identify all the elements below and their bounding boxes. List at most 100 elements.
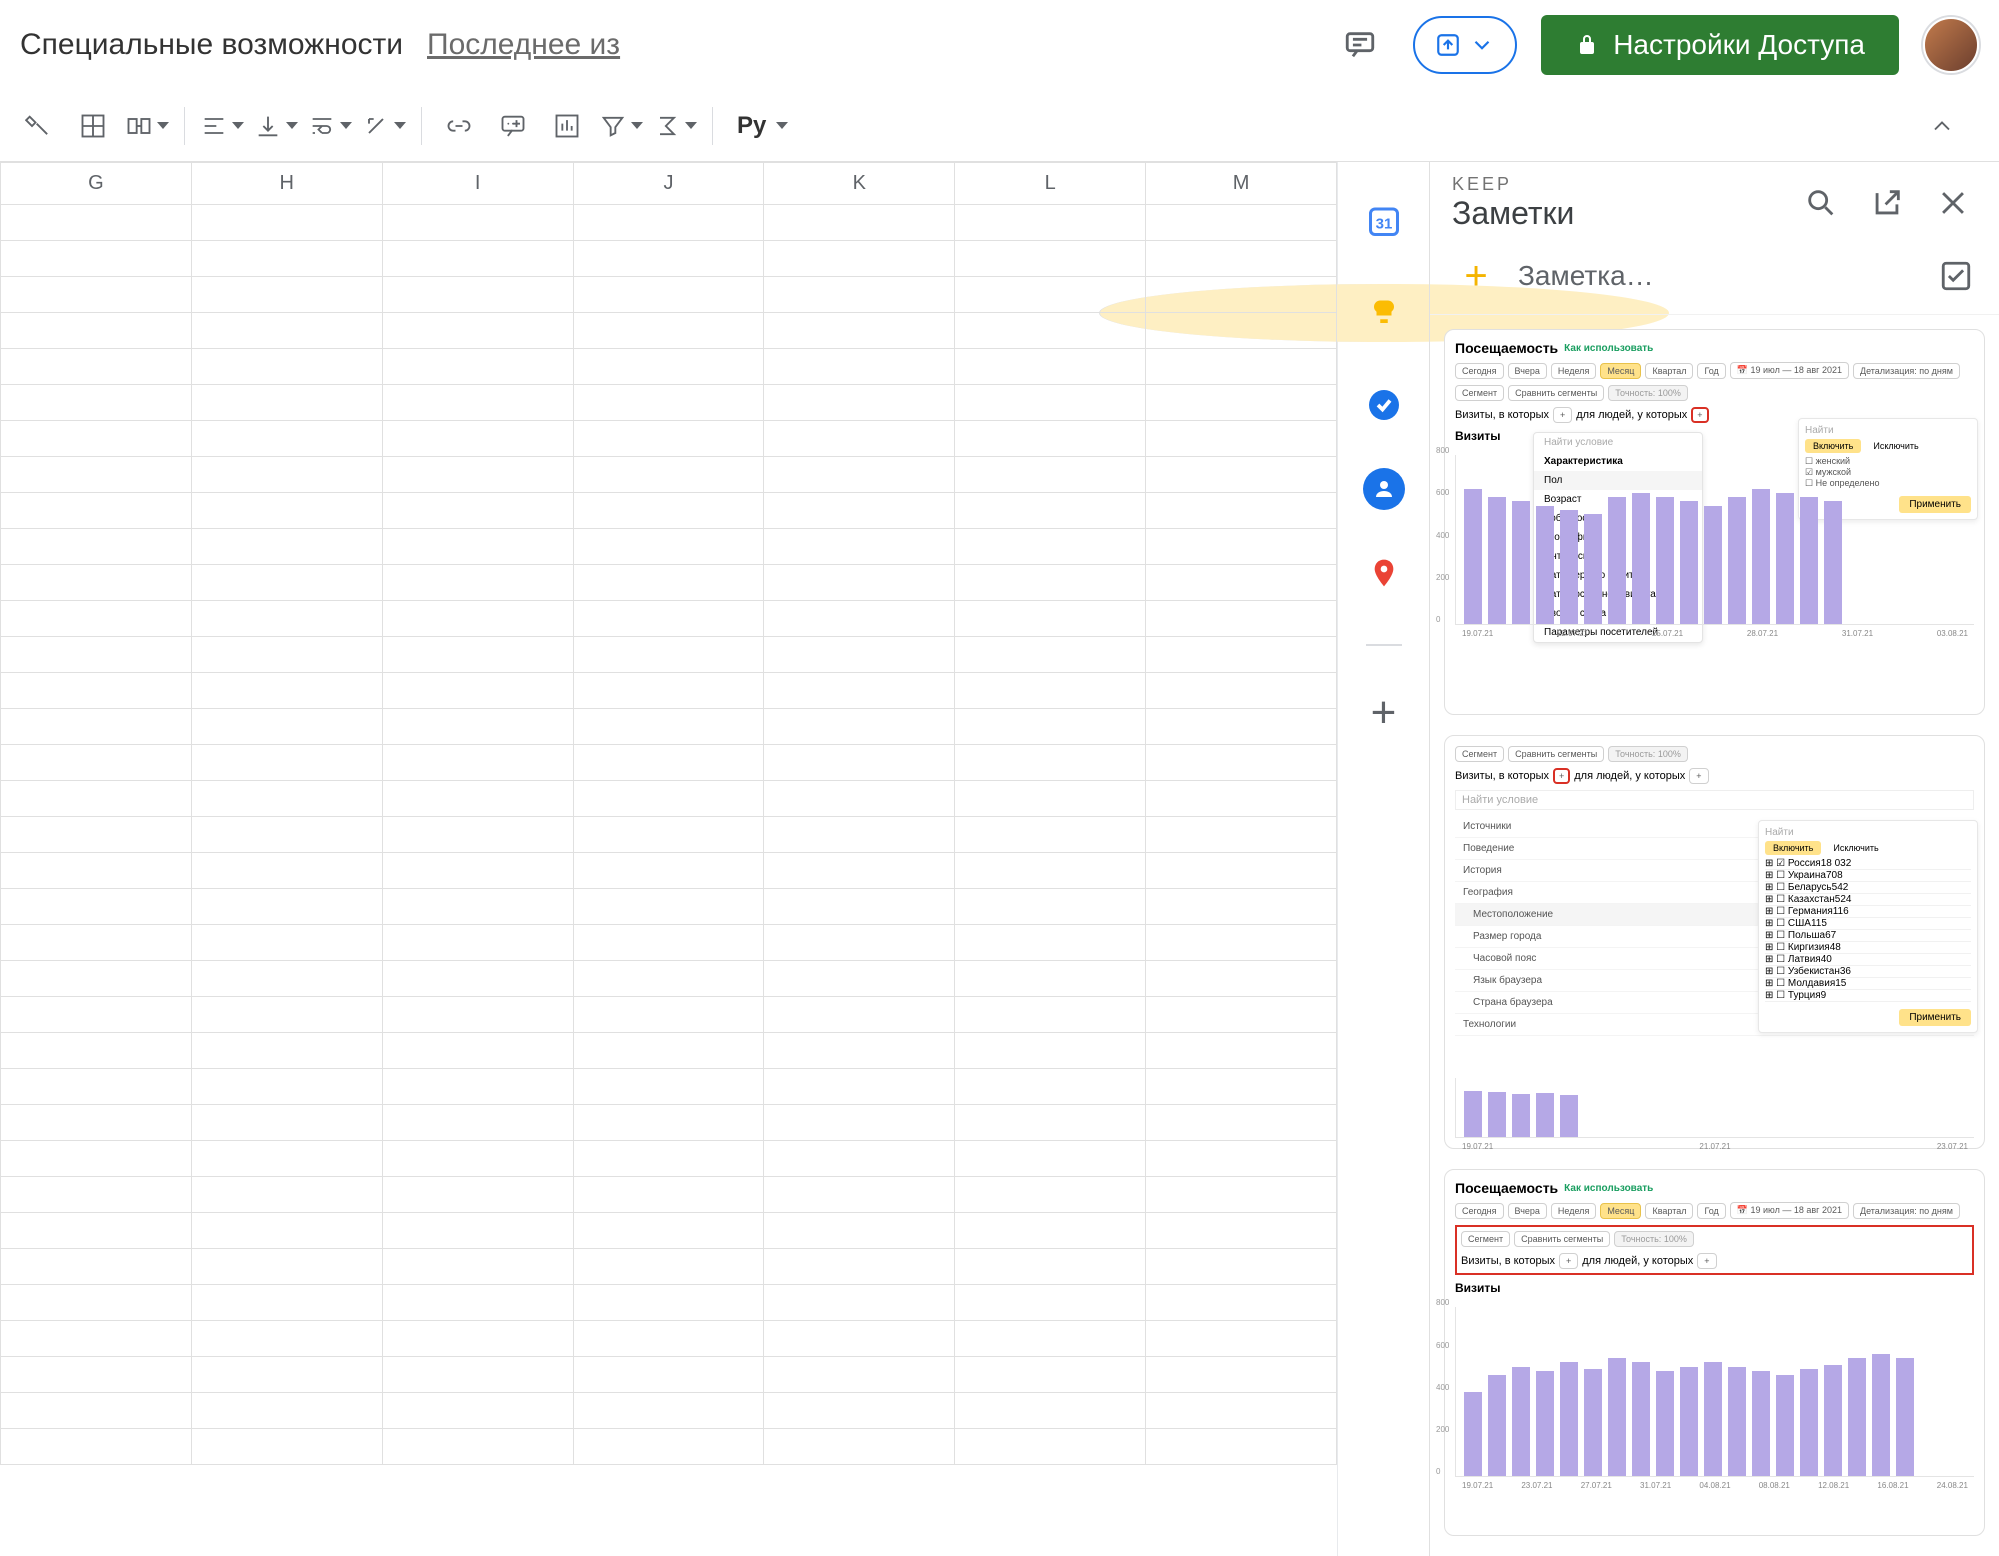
cell[interactable] xyxy=(764,817,955,853)
cell[interactable] xyxy=(1146,493,1337,529)
cell[interactable] xyxy=(191,997,382,1033)
cell[interactable] xyxy=(1,1105,192,1141)
cell[interactable] xyxy=(955,925,1146,961)
cell[interactable] xyxy=(955,1393,1146,1429)
cell[interactable] xyxy=(1,1321,192,1357)
cell[interactable] xyxy=(382,745,573,781)
cell[interactable] xyxy=(955,349,1146,385)
cell[interactable] xyxy=(1,1213,192,1249)
checkbox-icon[interactable] xyxy=(1939,259,1973,293)
open-external-icon[interactable] xyxy=(1863,179,1911,227)
cell[interactable] xyxy=(764,745,955,781)
cell[interactable] xyxy=(191,205,382,241)
cell[interactable] xyxy=(573,1393,764,1429)
cell[interactable] xyxy=(191,1249,382,1285)
cell[interactable] xyxy=(764,1429,955,1465)
cell[interactable] xyxy=(573,1177,764,1213)
cell[interactable] xyxy=(764,313,955,349)
cell[interactable] xyxy=(382,637,573,673)
col-header[interactable]: H xyxy=(191,163,382,205)
functions-icon[interactable] xyxy=(652,103,698,149)
cell[interactable] xyxy=(382,385,573,421)
cell[interactable] xyxy=(955,1069,1146,1105)
cell[interactable] xyxy=(955,709,1146,745)
cell[interactable] xyxy=(1,385,192,421)
comment-icon[interactable] xyxy=(490,103,536,149)
cell[interactable] xyxy=(573,277,764,313)
cell[interactable] xyxy=(955,601,1146,637)
cell[interactable] xyxy=(573,709,764,745)
cell[interactable] xyxy=(1,1177,192,1213)
calendar-icon[interactable]: 31 xyxy=(1355,192,1413,250)
cell[interactable] xyxy=(1,1429,192,1465)
cell[interactable] xyxy=(1146,1177,1337,1213)
cell[interactable] xyxy=(382,1177,573,1213)
cell[interactable] xyxy=(1146,457,1337,493)
cell[interactable] xyxy=(1146,1429,1337,1465)
col-header[interactable]: M xyxy=(1146,163,1337,205)
cell[interactable] xyxy=(1,997,192,1033)
cell[interactable] xyxy=(764,709,955,745)
spreadsheet-grid[interactable]: GHIJKLM xyxy=(0,162,1337,1556)
cell[interactable] xyxy=(955,1213,1146,1249)
cell[interactable] xyxy=(1146,277,1337,313)
cell[interactable] xyxy=(764,493,955,529)
cell[interactable] xyxy=(382,313,573,349)
cell[interactable] xyxy=(573,745,764,781)
cell[interactable] xyxy=(573,241,764,277)
cell[interactable] xyxy=(1146,961,1337,997)
cell[interactable] xyxy=(764,1249,955,1285)
cell[interactable] xyxy=(573,493,764,529)
cell[interactable] xyxy=(191,457,382,493)
cell[interactable] xyxy=(191,889,382,925)
cell[interactable] xyxy=(191,1285,382,1321)
cell[interactable] xyxy=(1146,673,1337,709)
cell[interactable] xyxy=(382,1141,573,1177)
cell[interactable] xyxy=(573,1429,764,1465)
cell[interactable] xyxy=(573,781,764,817)
cell[interactable] xyxy=(1146,745,1337,781)
cell[interactable] xyxy=(764,349,955,385)
cell[interactable] xyxy=(1,241,192,277)
cell[interactable] xyxy=(573,1141,764,1177)
cell[interactable] xyxy=(1,313,192,349)
cell[interactable] xyxy=(1146,1249,1337,1285)
menu-recent[interactable]: Последнее из xyxy=(427,28,620,62)
cell[interactable] xyxy=(764,457,955,493)
cell[interactable] xyxy=(955,1105,1146,1141)
col-header[interactable]: I xyxy=(382,163,573,205)
cell[interactable] xyxy=(573,1069,764,1105)
cell[interactable] xyxy=(191,817,382,853)
cell[interactable] xyxy=(955,889,1146,925)
cell[interactable] xyxy=(764,565,955,601)
cell[interactable] xyxy=(764,1177,955,1213)
cell[interactable] xyxy=(764,277,955,313)
text-wrap-icon[interactable] xyxy=(307,103,353,149)
cell[interactable] xyxy=(191,1393,382,1429)
cell[interactable] xyxy=(955,997,1146,1033)
cell[interactable] xyxy=(955,1429,1146,1465)
cell[interactable] xyxy=(191,565,382,601)
cell[interactable] xyxy=(382,889,573,925)
cell[interactable] xyxy=(1146,385,1337,421)
cell[interactable] xyxy=(955,205,1146,241)
cell[interactable] xyxy=(764,997,955,1033)
note-card[interactable]: Посещаемость Как использовать СегодняВче… xyxy=(1444,1169,1985,1536)
cell[interactable] xyxy=(573,349,764,385)
cell[interactable] xyxy=(1146,1069,1337,1105)
cell[interactable] xyxy=(1,1141,192,1177)
filter-icon[interactable] xyxy=(598,103,644,149)
col-header[interactable]: J xyxy=(573,163,764,205)
cell[interactable] xyxy=(955,637,1146,673)
note-card[interactable]: Посещаемость Как использовать СегодняВче… xyxy=(1444,329,1985,715)
cell[interactable] xyxy=(764,601,955,637)
cell[interactable] xyxy=(382,1393,573,1429)
cell[interactable] xyxy=(382,421,573,457)
cell[interactable] xyxy=(573,421,764,457)
cell[interactable] xyxy=(1,925,192,961)
cell[interactable] xyxy=(382,1249,573,1285)
cell[interactable] xyxy=(955,529,1146,565)
cell[interactable] xyxy=(955,241,1146,277)
cell[interactable] xyxy=(573,1357,764,1393)
chart-icon[interactable] xyxy=(544,103,590,149)
